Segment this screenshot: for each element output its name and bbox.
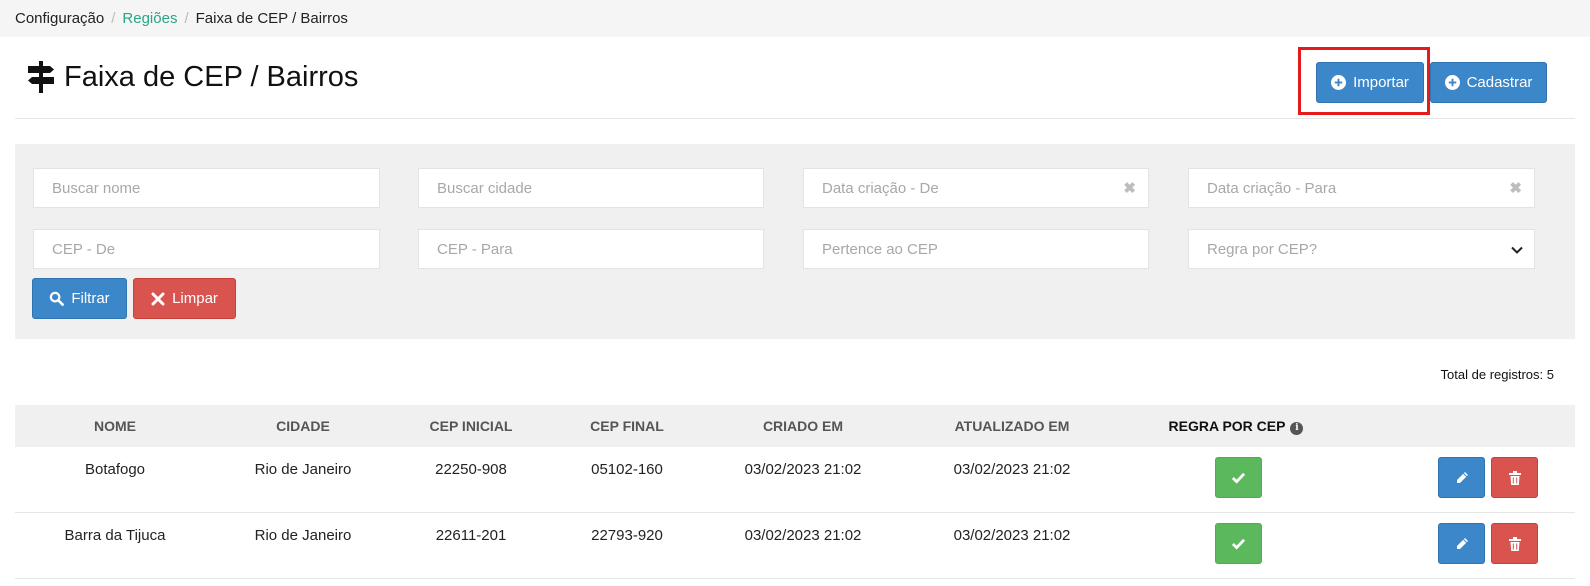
column-header-cep-final[interactable]: CEP FINAL — [527, 418, 727, 434]
breadcrumb-regioes-link[interactable]: Regiões — [122, 10, 177, 27]
filter-button[interactable]: Filtrar — [32, 278, 127, 319]
cep-from-placeholder: CEP - De — [52, 240, 116, 258]
breadcrumb-separator: / — [184, 10, 189, 27]
cell-atualizado-em: 03/02/2023 21:02 — [953, 461, 1071, 478]
edit-button[interactable] — [1438, 457, 1485, 498]
pencil-icon — [1456, 471, 1468, 483]
trash-icon — [1508, 536, 1521, 551]
date-from-placeholder: Data criação - De — [822, 179, 939, 197]
edit-button[interactable] — [1438, 523, 1485, 564]
rule-by-cep-toggle[interactable] — [1215, 523, 1262, 564]
info-icon[interactable]: i — [1290, 422, 1304, 435]
import-button[interactable]: Importar — [1316, 62, 1424, 103]
table-row: Botafogo Rio de Janeiro 22250-908 05102-… — [15, 447, 1575, 513]
breadcrumb-current: Faixa de CEP / Bairros — [195, 10, 348, 27]
cell-criado-em: 03/02/2023 21:02 — [744, 527, 862, 544]
column-header-nome[interactable]: NOME — [15, 418, 215, 434]
search-name-input[interactable]: Buscar nome — [33, 168, 380, 208]
clear-button[interactable]: Limpar — [133, 278, 236, 319]
belongs-to-cep-input[interactable]: Pertence ao CEP — [803, 229, 1149, 269]
rule-by-cep-placeholder: Regra por CEP? — [1207, 240, 1318, 258]
rule-by-cep-toggle[interactable] — [1215, 457, 1262, 498]
cell-nome: Botafogo — [84, 461, 146, 478]
cell-atualizado-em: 03/02/2023 21:02 — [953, 527, 1071, 544]
filter-button-label: Filtrar — [71, 290, 110, 307]
trash-icon — [1508, 470, 1521, 485]
page-title: Faixa de CEP / Bairros — [26, 60, 358, 94]
chevron-down-icon — [1511, 246, 1523, 254]
cep-to-input[interactable]: CEP - Para — [418, 229, 764, 269]
pencil-icon — [1456, 537, 1468, 549]
cell-criado-em: 03/02/2023 21:02 — [744, 461, 862, 478]
date-to-placeholder: Data criação - Para — [1207, 179, 1337, 197]
header-divider — [15, 118, 1575, 119]
plus-circle-icon — [1331, 75, 1347, 90]
clear-icon[interactable]: ✖ — [1509, 179, 1522, 197]
create-button[interactable]: Cadastrar — [1430, 62, 1547, 103]
belongs-to-cep-placeholder: Pertence ao CEP — [822, 240, 938, 258]
search-icon — [49, 291, 65, 306]
search-city-input[interactable]: Buscar cidade — [418, 168, 764, 208]
total-records: Total de registros: 5 — [1440, 367, 1554, 382]
cep-from-input[interactable]: CEP - De — [33, 229, 380, 269]
breadcrumb-configuracao[interactable]: Configuração — [15, 10, 104, 27]
create-button-label: Cadastrar — [1466, 74, 1533, 91]
cell-cep-final: 22793-920 — [591, 527, 663, 544]
check-icon — [1231, 472, 1246, 484]
date-to-input[interactable]: Data criação - Para ✖ — [1188, 168, 1535, 208]
search-city-placeholder: Buscar cidade — [437, 179, 533, 197]
times-icon — [151, 292, 165, 306]
cep-to-placeholder: CEP - Para — [437, 240, 513, 258]
search-name-placeholder: Buscar nome — [52, 179, 141, 197]
cell-cep-final: 05102-160 — [591, 461, 663, 478]
delete-button[interactable] — [1491, 457, 1538, 498]
column-header-regra-por-cep: REGRA POR CEP i — [1131, 418, 1341, 435]
breadcrumb-separator: / — [111, 10, 116, 27]
page-title-text: Faixa de CEP / Bairros — [64, 60, 359, 93]
breadcrumb: Configuração / Regiões / Faixa de CEP / Bair… — [0, 0, 1590, 37]
cell-nome: Barra da Tijuca — [64, 527, 166, 544]
table-header: NOME CIDADE CEP INICIAL CEP FINAL CRIADO… — [15, 405, 1575, 447]
rule-by-cep-select[interactable]: Regra por CEP? — [1188, 229, 1535, 269]
plus-circle-icon — [1444, 75, 1460, 90]
clear-icon[interactable]: ✖ — [1123, 179, 1136, 197]
signpost-icon — [28, 61, 54, 93]
column-header-regra-label: REGRA POR CEP — [1168, 418, 1286, 434]
table-row: Barra da Tijuca Rio de Janeiro 22611-201… — [15, 513, 1575, 579]
check-icon — [1231, 538, 1246, 550]
column-header-criado-em[interactable]: CRIADO EM — [703, 418, 903, 434]
delete-button[interactable] — [1491, 523, 1538, 564]
import-button-label: Importar — [1353, 74, 1409, 91]
clear-button-label: Limpar — [172, 290, 218, 307]
column-header-atualizado-em[interactable]: ATUALIZADO EM — [912, 418, 1112, 434]
date-from-input[interactable]: Data criação - De ✖ — [803, 168, 1149, 208]
